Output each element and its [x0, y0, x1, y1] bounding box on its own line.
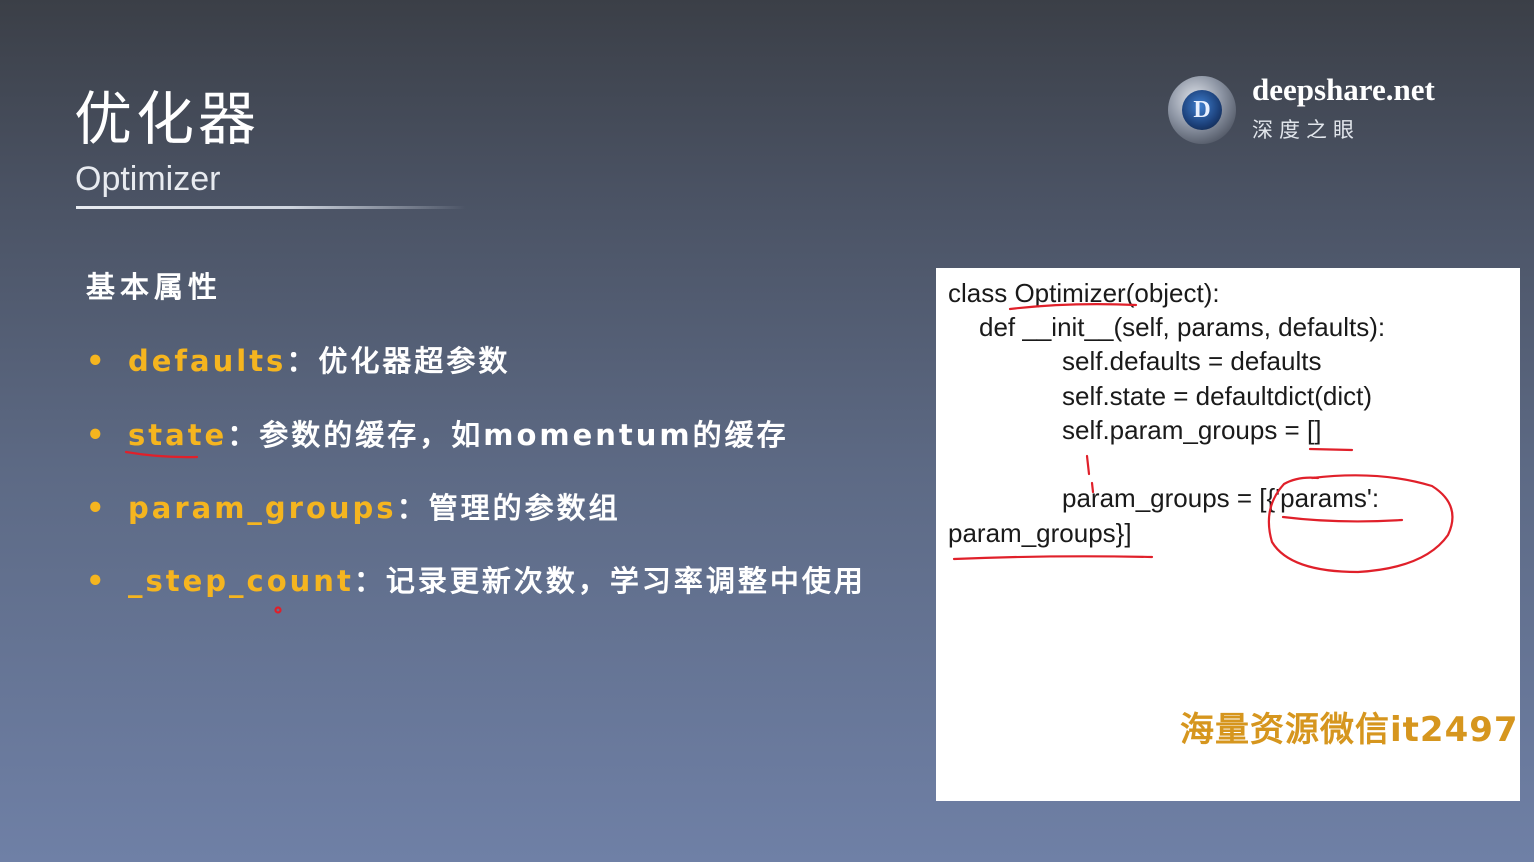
code-line: param_groups = [{'params': [1062, 483, 1380, 513]
item-keyword: defaults [128, 344, 287, 378]
underline-state [124, 450, 199, 459]
item-keyword: state [128, 418, 228, 452]
item-description: ：记录更新次数，学习率调整中使用 [353, 564, 866, 598]
title-divider [76, 206, 466, 209]
logo-letter: D [1182, 90, 1222, 130]
brand-tagline: 深度之眼 [1252, 118, 1360, 142]
list-item-param-groups: • param_groups：管理的参数组 [86, 485, 621, 525]
code-line: class Optimizer(object): [948, 278, 1220, 308]
slide-title: 优化器 [74, 85, 261, 153]
list-item-state: • state：参数的缓存，如momentum的缓存 [86, 412, 789, 452]
section-heading: 基本属性 [86, 270, 223, 304]
bullet-dot: • [86, 418, 108, 452]
code-line: self.defaults = defaults [1062, 346, 1322, 376]
item-keyword: _step_count [128, 564, 354, 598]
bullet-dot: • [86, 344, 108, 378]
watermark-text: 海量资源微信it2497 [1180, 710, 1519, 750]
dot-mark [274, 606, 282, 614]
code-line: param_groups}] [948, 518, 1132, 548]
item-keyword: param_groups [128, 491, 397, 525]
deepshare-logo-icon: D [1168, 76, 1236, 144]
bullet-dot: • [86, 564, 108, 598]
list-item-defaults: • defaults：优化器超参数 [86, 338, 510, 378]
code-line: self.param_groups = [] [1062, 415, 1322, 445]
item-description: ：参数的缓存，如momentum的缓存 [227, 418, 789, 452]
item-description: ：管理的参数组 [396, 491, 621, 525]
code-line: def __init__(self, params, defaults): [979, 312, 1386, 342]
item-description: ：优化器超参数 [286, 344, 511, 378]
brand-name: deepshare.net [1252, 72, 1435, 107]
code-line: self.state = defaultdict(dict) [1062, 381, 1372, 411]
slide-subtitle: Optimizer [75, 160, 221, 198]
bullet-dot: • [86, 491, 108, 525]
list-item-step-count: • _step_count：记录更新次数，学习率调整中使用 [86, 558, 866, 598]
